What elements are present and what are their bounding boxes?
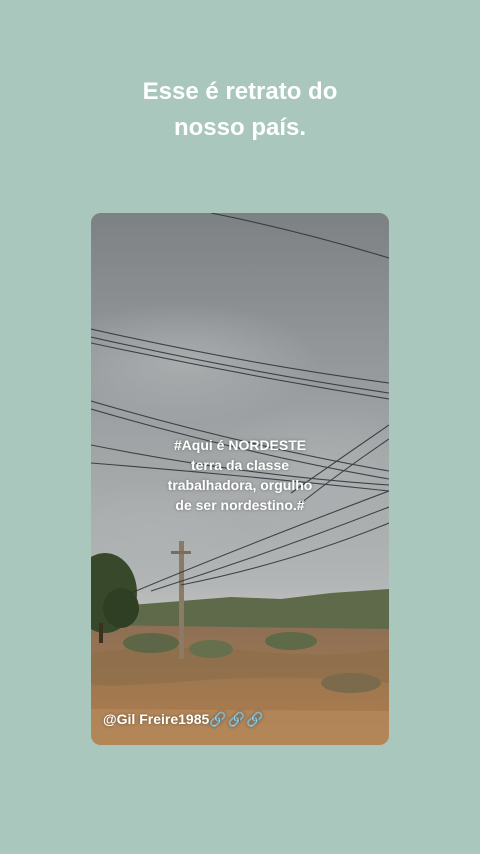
caption-line-1: #Aqui é NORDESTE [173,437,307,453]
link-icon: 🔗🔗🔗 [209,711,265,727]
caption-line-4: de ser nordestino.# [175,497,305,513]
headline-line-2: nosso país. [173,114,307,141]
caption-line-3: trabalhadora, orgulho [167,477,313,493]
story-headline: Esse é retrato do nosso país. [0,74,480,146]
caption-line-2: terra da classe [190,457,290,473]
photo-caption: #Aqui é NORDESTE terra da classe trabalh… [91,435,389,515]
credit-username[interactable]: @Gil Freire1985 [103,711,209,727]
shared-photo[interactable]: #Aqui é NORDESTE terra da classe trabalh… [91,213,389,745]
headline-line-1: Esse é retrato do [142,78,338,105]
photo-credit[interactable]: @Gil Freire1985🔗🔗🔗 [103,711,265,728]
